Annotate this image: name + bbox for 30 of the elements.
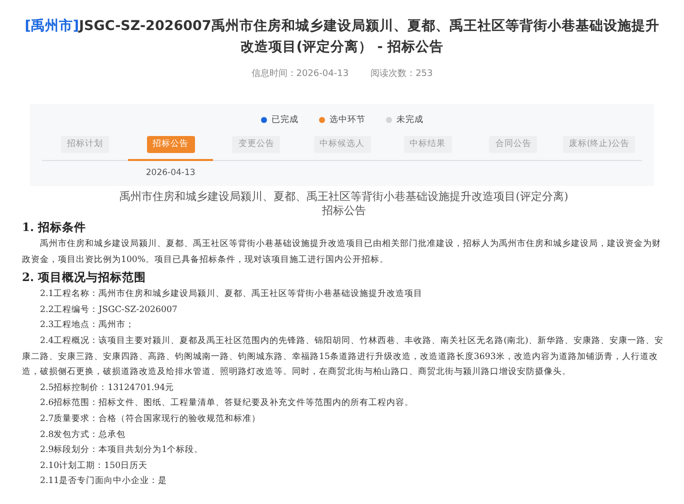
- step-tab[interactable]: 中标候选人: [314, 136, 371, 154]
- legend-label: 选中环节: [330, 114, 366, 126]
- section-heading: 2. 项目概况与招标范围: [22, 269, 148, 286]
- paragraph: 2.5招标控制价：13124701.94元: [39, 382, 176, 395]
- paragraph: 2.2工程编号：JSGC-SZ-2026007: [39, 304, 178, 317]
- step-tab[interactable]: 招标计划: [60, 136, 109, 154]
- document-title: 招标公告: [321, 204, 367, 218]
- paragraph: 2.6招标范围：招标文件、图纸、工程量清单、答疑纪要及补充文件等范围内的所有工程内容。: [39, 396, 415, 410]
- paragraph: 2.4工程概况：该项目主要对颍川、夏都及禹王社区范围内的先锋路、锦阳胡同、竹林西巷、丰收路、南关社区无名路(南北)、新华路、安康路、安康一路、安康二路、安康三路、安康四路、高路、钧阁城南一路、钧阁城东路、幸福路15条道路进行升级改造，改造道路长度3693米，改造内容为道路加铺沥青，人行道改造，破损侧石更换，破损道路改造及给排水管道、照明路灯改造等。同时，在商贸北街与柏山路口、商贸北街与颍川路口增设安防摄像头。: [22, 334, 664, 380]
- legend-label: 未完成: [396, 114, 424, 126]
- paragraph: 2.10计划工期：150日历天: [39, 460, 149, 473]
- meta-text: 信息时间：2026-04-13: [251, 68, 349, 81]
- document-title: 禹州市住房和城乡建设局颍川、夏都、禹王社区等背街小巷基础设施提升改造项目(评定分离): [118, 190, 570, 204]
- paragraph: 2.9标段划分：本项目共划分为1个标段。: [39, 444, 204, 458]
- section-heading: 1. 招标条件: [22, 219, 88, 236]
- paragraph: 2.3工程地点：禹州市；: [39, 318, 136, 332]
- step-tab[interactable]: 合同公告: [489, 136, 538, 154]
- paragraph: 2.1工程名称：禹州市住房和城乡建设局颍川、夏都、禹王社区等背街小巷基础设施提升改造项目: [39, 288, 424, 302]
- paragraph: 2.7质量要求：合格（符合国家现行的验收规范和标准）: [39, 412, 262, 426]
- paragraph: 2.11是否专门面向中小企业：是: [39, 474, 168, 488]
- step-tab[interactable]: 招标公告: [146, 136, 195, 154]
- step-tab[interactable]: 变更公告: [232, 136, 280, 154]
- paragraph: 禹州市住房和城乡建设局颍川、夏都、禹王社区等背街小巷基础设施提升改造项目已由相关部门批准建设，招标人为禹州市住房和城乡建设局，建设资金为财政资金，项目出资比例为100%。项目已具备招标条件，现对该项目施工进行国内公开招标。: [22, 238, 662, 267]
- step-tab[interactable]: 废标(终止)公告: [562, 136, 636, 154]
- step-tab[interactable]: 中标结果: [404, 136, 452, 154]
- step-date: 2026-04-13: [146, 167, 196, 180]
- paragraph: 2.8发包方式：总承包: [39, 428, 127, 442]
- legend-label: 已完成: [272, 114, 298, 126]
- meta-text: 阅读次数：253: [370, 68, 433, 81]
- page-title: [禹州市]JSGC-SZ-2026007禹州市住房和城乡建设局颍川、夏都、禹王社区等背街小巷基础设施提升改造项目(评定分离） - 招标公告: [24, 17, 660, 57]
